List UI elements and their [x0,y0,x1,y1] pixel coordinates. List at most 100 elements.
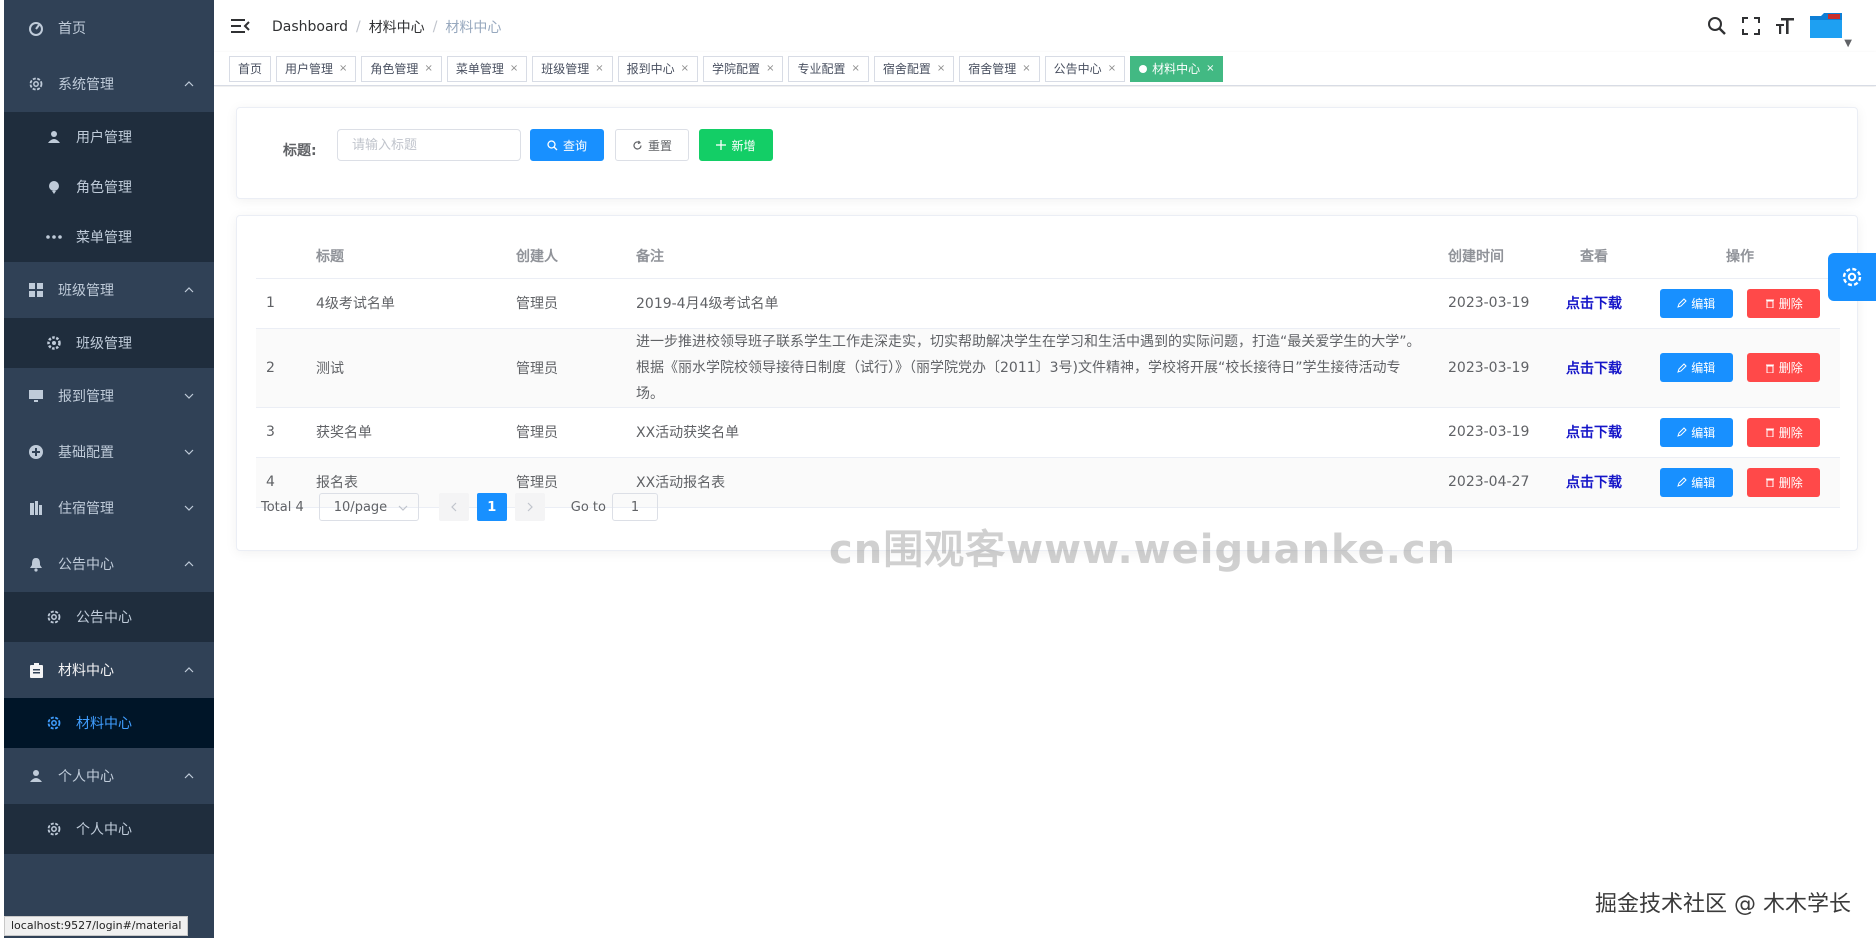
close-icon[interactable]: × [681,57,689,81]
tag-item[interactable]: 宿舍管理 × [959,56,1040,82]
edit-button-label: 编辑 [1691,296,1716,311]
prev-page-button[interactable] [438,493,469,521]
dots-icon [42,234,66,240]
sidebar-item-users[interactable]: 用户管理 [4,112,214,162]
tag-item[interactable]: 用户管理 × [276,56,357,82]
edit-button[interactable]: 编辑 [1659,353,1733,382]
close-icon[interactable]: × [766,57,774,81]
edit-button[interactable]: 编辑 [1659,417,1733,447]
tag-item[interactable]: 公告中心 × [1044,56,1126,82]
tag-item-active[interactable]: 材料中心 × [1130,56,1224,82]
search-label: 标题: [283,143,317,159]
tag-item[interactable]: 报到中心 × [617,56,699,82]
table-header-index [256,234,306,279]
row-remark: XX活动获奖名单 [626,407,1438,458]
download-link[interactable]: 点击下载 [1566,296,1622,312]
breadcrumb-item[interactable]: 材料中心 [369,17,425,37]
right-menu: ▼ [1700,10,1858,49]
peoples-icon [42,180,66,194]
caret-down-icon[interactable]: ▼ [1844,38,1852,49]
download-link[interactable]: 点击下载 [1566,361,1622,377]
sidebar-item-dorm[interactable]: 住宿管理 [4,480,214,536]
sidebar-item-label: 用户管理 [76,130,132,146]
close-icon[interactable]: × [1022,57,1030,81]
goto-page: Go to 1 [571,493,658,521]
add-button[interactable]: 新增 [699,129,773,161]
sidebar-item-class-manage[interactable]: 班级管理 [4,318,214,368]
sidebar-item-system[interactable]: 系统管理 [4,56,214,112]
page-number-current[interactable]: 1 [476,493,507,521]
delete-button[interactable]: 删除 [1747,353,1821,382]
sidebar-item-home[interactable]: 首页 [4,0,214,56]
close-icon[interactable]: × [1108,57,1116,81]
fullscreen-icon[interactable] [1734,10,1768,42]
hamburger-icon[interactable] [230,16,250,36]
delete-button[interactable]: 删除 [1747,288,1821,318]
tag-item[interactable]: 班级管理 × [532,56,613,82]
sidebar-item-roles[interactable]: 角色管理 [4,162,214,212]
sidebar-item-material-center[interactable]: 材料中心 [4,698,214,748]
row-remark: XX活动报名表 [626,457,1438,508]
tag-item[interactable]: 宿舍配置 × [873,56,955,82]
sidebar-item-checkin[interactable]: 报到管理 [4,368,214,424]
sidebar-item-profile[interactable]: 个人中心 [4,748,214,804]
close-icon[interactable]: × [851,57,859,81]
close-icon[interactable]: × [595,57,603,81]
title-search-input[interactable] [337,129,521,161]
next-page-button[interactable] [514,493,545,521]
sidebar-item-material[interactable]: 材料中心 [4,642,214,698]
query-button[interactable]: 查询 [530,129,604,161]
gear-icon [1842,267,1862,287]
sidebar-item-menus[interactable]: 菜单管理 [4,212,214,262]
tag-item[interactable]: 学院配置 × [703,56,784,82]
settings-button[interactable] [1828,253,1876,301]
close-icon[interactable]: × [1206,57,1214,81]
delete-button[interactable]: 删除 [1747,467,1821,497]
reset-button[interactable]: 重置 [615,129,689,161]
row-creator: 管理员 [506,407,626,458]
chevron-up-icon [184,667,194,673]
breadcrumb-item[interactable]: Dashboard [272,19,348,35]
goto-page-input[interactable]: 1 [611,493,658,521]
row-title: 获奖名单 [306,407,506,458]
tag-label: 宿舍配置 [882,62,931,76]
edit-button[interactable]: 编辑 [1659,467,1733,497]
close-icon[interactable]: × [339,57,347,81]
tag-label: 报到中心 [626,62,675,76]
tag-item[interactable]: 角色管理 × [361,56,442,82]
sidebar-item-notice[interactable]: 公告中心 [4,536,214,592]
table-header-created-time: 创建时间 [1438,234,1548,279]
table-header-view: 查看 [1548,234,1640,279]
sidebar-item-notice-center[interactable]: 公告中心 [4,592,214,642]
close-icon[interactable]: × [424,57,432,81]
tag-label: 学院配置 [712,62,761,76]
tag-item[interactable]: 菜单管理 × [446,56,528,82]
sidebar-item-class[interactable]: 班级管理 [4,262,214,318]
trash-icon [1765,364,1774,373]
tag-item[interactable]: 专业配置 × [788,56,869,82]
gear-icon [42,715,66,731]
search-icon[interactable] [1700,10,1734,42]
edit-icon [1677,477,1687,487]
avatar[interactable] [1808,10,1848,42]
row-date: 2023-04-27 [1438,457,1548,508]
active-dot-icon [1139,65,1148,73]
font-size-icon[interactable] [1768,10,1802,42]
tag-home[interactable]: 首页 [229,56,272,82]
reset-button-label: 重置 [647,138,672,153]
remark-line: 根据《丽水学院校领导接待日制度（试行）》（丽学院党办〔2011〕3号)文件精神，… [636,359,1401,402]
edit-button[interactable]: 编辑 [1659,288,1733,318]
user-icon [24,769,48,783]
tag-label: 专业配置 [797,62,846,76]
delete-button[interactable]: 删除 [1747,417,1821,447]
page-size-select[interactable]: 10/page [318,493,419,521]
sidebar-item-basic-config[interactable]: 基础配置 [4,424,214,480]
search-icon [547,139,558,150]
sidebar-item-profile-center[interactable]: 个人中心 [4,804,214,854]
close-icon[interactable]: × [937,57,945,81]
sidebar-item-label: 公告中心 [58,557,114,573]
row-date: 2023-03-19 [1438,328,1548,408]
download-link[interactable]: 点击下载 [1566,475,1622,491]
close-icon[interactable]: × [510,57,518,81]
download-link[interactable]: 点击下载 [1566,425,1622,441]
